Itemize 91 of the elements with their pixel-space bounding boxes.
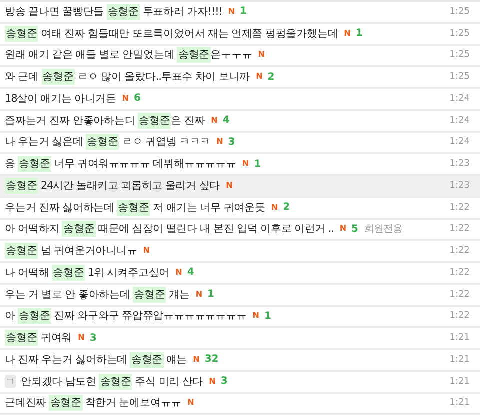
new-label: N [211, 116, 218, 125]
post-title[interactable]: 방송 끝나면 꿀빵단들 송형준 투표하러 가자!!!! [5, 4, 222, 19]
comment-count: 3 [228, 136, 236, 148]
post-row[interactable]: 즙짜는거 진짜 안좋아하는디 송형준은 진짜 N 4 1:24 [0, 110, 480, 132]
post-time: 1:24 [450, 137, 470, 148]
comment-count: 2 [283, 202, 290, 214]
post-time: 1:22 [450, 246, 470, 256]
post-title[interactable]: 안되겠다 남도현 송형준 주식 미리 산다 [21, 374, 204, 389]
post-time: 1:22 [450, 224, 470, 234]
post-time: 1:22 [450, 290, 470, 300]
post-row[interactable]: 원래 애기 같은 애들 별로 안밀었는데 송형준은ㅜㅜㅠ N 1:25 [0, 46, 480, 68]
new-label: N [193, 356, 200, 364]
post-title[interactable]: 송형준 넘 귀여운거아니니ㅠ [5, 244, 138, 258]
post-title[interactable]: 아 어떡하지 송형준 때문에 심장이 떨린다 내 본진 입덕 이후로 이런거 .. [5, 222, 334, 236]
comment-count: 1 [254, 158, 262, 170]
new-label: N [340, 225, 347, 234]
post-row[interactable]: 송형준 여태 진짜 힘들때만 또르륵이었어서 재는 언제쯤 펑펑울가했는데 N 1 1:25 [0, 24, 480, 46]
post-time: 1:25 [450, 50, 470, 60]
comment-count: 4 [187, 267, 194, 278]
post-title[interactable]: 와 근데 송형준 ㄹㅇ 많이 올랐다..투표수 차이 보니까 [5, 70, 250, 84]
new-label: N [258, 51, 265, 60]
post-row[interactable]: 나 우는거 싫은데 송형준 ㄹㅇ 귀엽넹 ㅋㅋㅋ N 3 1:24 [0, 132, 480, 154]
post-title[interactable]: 나 우는거 싫은데 송형준 ㄹㅇ 귀엽넹 ㅋㅋㅋ [5, 135, 211, 150]
post-row[interactable]: 송형준 귀여워 N 3 1:21 [0, 328, 480, 350]
comment-count: 1 [264, 310, 272, 322]
new-label: N [271, 204, 278, 212]
comment-count: 5 [352, 224, 358, 235]
post-title[interactable]: 근데진짜 송형준 착한거 눈에보여ㅠㅠ [5, 396, 182, 410]
category-label: ㄱ [5, 375, 16, 388]
post-time: 1:21 [450, 398, 470, 408]
post-row[interactable]: 아 송형준 진짜 와구와구 쮸압쮸압ㅠㅠㅠㅠㅠㅠㅠㅠ N 1 1:22 [0, 306, 480, 328]
post-time: 1:22 [450, 311, 470, 322]
post-title[interactable]: 아 송형준 진짜 와구와구 쮸압쮸압ㅠㅠㅠㅠㅠㅠㅠㅠ [5, 309, 247, 324]
new-label: N [256, 73, 263, 82]
comment-count: 3 [220, 376, 228, 388]
post-title[interactable]: 송형준 24시간 놀래키고 괴롭히고 울리거 싶다 [5, 178, 220, 193]
comment-count: 1 [240, 6, 248, 18]
post-title[interactable]: 우는 거 별로 안 좋아하는데 송형준 걔는 [5, 288, 190, 302]
post-row[interactable]: 나 진짜 우는거 싫어하는데 송형준 얘는 N 32 1:21 [0, 350, 480, 372]
post-title[interactable]: 송형준 여태 진짜 힘들때만 또르륵이었어서 재는 언제쯤 펑펑울가했는데 [5, 26, 338, 41]
post-row[interactable]: 송형준 넘 귀여운거아니니ㅠ N 1:22 [0, 241, 480, 263]
new-label: N [252, 312, 260, 320]
comment-count: 2 [268, 72, 275, 83]
post-time: 1:25 [450, 6, 470, 17]
post-title[interactable]: 즙짜는거 진짜 안좋아하는디 송형준은 진짜 [5, 114, 206, 128]
new-label: N [122, 94, 129, 103]
post-time: 1:22 [450, 268, 470, 278]
post-row[interactable]: 나 어떡해 송형준 1위 시켜주고싶어 N 4 1:22 [0, 263, 480, 285]
post-time: 1:25 [450, 28, 470, 39]
new-label: N [228, 8, 236, 16]
post-title[interactable]: 나 진짜 우는거 싫어하는데 송형준 얘는 [5, 352, 188, 367]
post-title[interactable]: 18살이 애기는 아니거든 [5, 92, 116, 106]
new-label: N [216, 138, 224, 146]
post-row[interactable]: 우는거 진짜 싫어하는데 송형준 저 애기는 너무 귀여운듯 N 2 1:22 [0, 198, 480, 220]
comment-count: 6 [134, 93, 141, 104]
new-label: N [344, 30, 351, 38]
post-time: 1:21 [450, 354, 470, 365]
post-time: 1:24 [450, 94, 470, 104]
post-title[interactable]: 원래 애기 같은 애들 별로 안밀었는데 송형준은ㅜㅜㅠ [5, 48, 252, 62]
new-label: N [242, 160, 250, 168]
post-time: 1:24 [450, 116, 470, 126]
post-row[interactable]: 송형준 24시간 놀래키고 괴롭히고 울리거 싶다 N 1:23 [0, 176, 480, 198]
comment-count: 3 [90, 332, 97, 344]
post-title[interactable]: 우는거 진짜 싫어하는데 송형준 저 애기는 너무 귀여운듯 [5, 200, 266, 215]
post-title[interactable]: 응 송형준 너무 귀여워ㅠㅠㅠㅠ 데뷔해ㅠㅠㅠㅠㅠ [5, 157, 236, 172]
comment-count: 1 [208, 289, 215, 300]
new-label: N [143, 247, 150, 256]
post-row[interactable]: 아 어떡하지 송형준 때문에 심장이 떨린다 내 본진 입덕 이후로 이런거 .. N 5 회원전용 1:22 [0, 220, 480, 242]
post-row[interactable]: 응 송형준 너무 귀여워ㅠㅠㅠㅠ 데뷔해ㅠㅠㅠㅠㅠ N 1 1:23 [0, 154, 480, 176]
new-label: N [209, 378, 216, 386]
post-row[interactable]: 방송 끝나면 꿀빵단들 송형준 투표하러 가자!!!! N 1 1:25 [0, 2, 480, 24]
post-time: 1:25 [450, 72, 470, 82]
comment-count: 1 [356, 28, 363, 40]
post-time: 1:21 [450, 376, 470, 387]
post-title[interactable]: 나 어떡해 송형준 1위 시켜주고싶어 [5, 266, 170, 280]
post-time: 1:23 [450, 159, 470, 170]
post-row[interactable]: 우는 거 별로 안 좋아하는데 송형준 걔는 N 1 1:22 [0, 284, 480, 306]
new-label: N [188, 399, 194, 408]
post-row[interactable]: 근데진짜 송형준 착한거 눈에보여ㅠㅠ N 1:21 [0, 394, 480, 415]
comment-count: 32 [204, 354, 219, 366]
post-time: 1:21 [450, 333, 470, 344]
post-time: 1:22 [450, 202, 470, 213]
post-time: 1:23 [450, 180, 470, 191]
new-label: N [226, 182, 233, 190]
new-label: N [176, 268, 182, 277]
post-row[interactable]: 와 근데 송형준 ㄹㅇ 많이 올랐다..투표수 차이 보니까 N 2 1:25 [0, 67, 480, 89]
new-label: N [196, 290, 203, 299]
members-only-tag: 회원전용 [364, 222, 402, 236]
comment-count: 4 [222, 115, 230, 126]
post-row[interactable]: ㄱ 안되겠다 남도현 송형준 주식 미리 산다 N 3 1:21 [0, 372, 480, 394]
new-label: N [78, 334, 85, 342]
